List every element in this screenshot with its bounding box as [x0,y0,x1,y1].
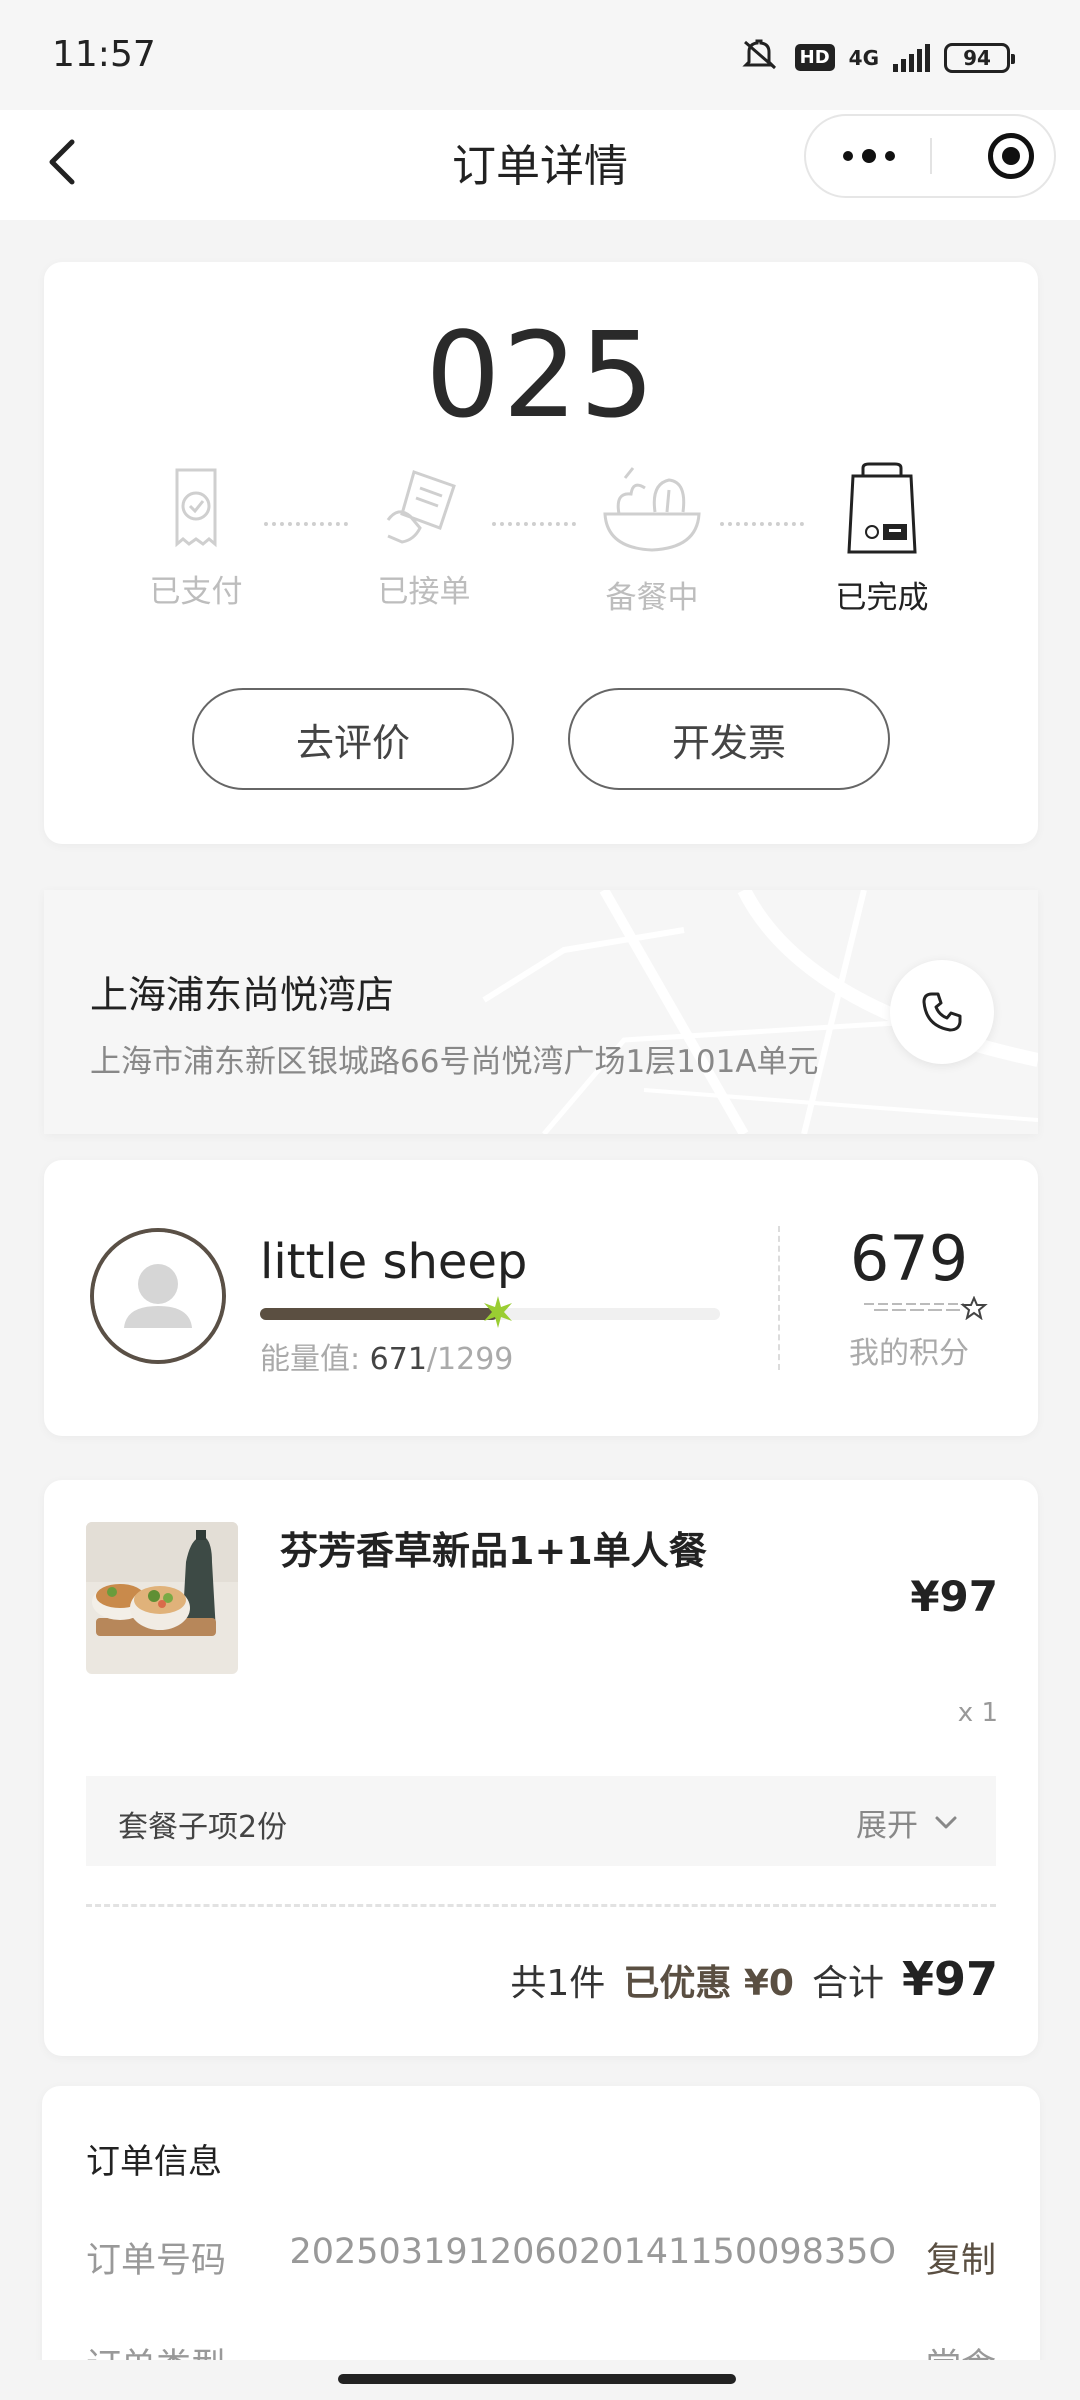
step-accepted: 已接单 [344,462,504,611]
order-status-card: 025 已支付 已接单 备餐中 已完成 去评价 开发票 [44,262,1038,844]
product-card: 芬芳香草新品1+1单人餐 ¥97 x 1 套餐子项2份 展开 共1件 已优惠 ¥… [44,1480,1038,2056]
store-name: 上海浦东尚悦湾店 [90,973,395,1017]
copy-button[interactable]: 复制 [926,2232,996,2283]
step-completed: 已完成 [802,462,962,617]
energy-progress-bar [260,1296,720,1328]
points-value[interactable]: 679 [814,1222,1004,1295]
order-progress-steps: 已支付 已接单 备餐中 已完成 [44,462,1038,616]
total-amount: ¥97 [901,1952,998,2006]
step-label: 备餐中 [605,580,699,616]
chevron-down-icon [935,1816,957,1828]
energy-total: /1299 [426,1342,514,1377]
invoice-button[interactable]: 开发票 [568,688,890,790]
points-label: 我的积分 [849,1336,969,1371]
home-indicator-area [0,2360,1080,2400]
discount-amount: 已优惠 ¥0 [623,1963,794,2004]
step-connector [492,522,576,526]
order-number-value: 20250319120602014115009835O [289,2232,896,2272]
sub-items-label: 套餐子项2份 [118,1810,288,1845]
product-name: 芬芳香草新品1+1单人餐 [280,1529,707,1573]
expand-button[interactable]: 展开 [856,1800,960,1845]
status-icons: HD 4G 94 [741,38,1015,77]
mini-program-capsule [804,114,1056,198]
receipt-check-icon [175,468,217,548]
capsule-divider [930,138,932,174]
order-number-label: 订单号码 [86,2241,227,2281]
default-avatar-icon [94,1232,222,1360]
review-button[interactable]: 去评价 [192,688,514,790]
store-card: 上海浦东尚悦湾店 上海市浦东新区银城路66号尚悦湾广场1层101A单元 [44,890,1038,1134]
points-star-icon [864,1296,988,1320]
status-time: 11:57 [52,34,156,75]
takeaway-bag-icon [847,462,917,554]
order-totals: 共1件 已优惠 ¥0 合计 ¥97 [510,1952,998,2006]
divider [86,1904,996,1907]
mute-icon [741,38,781,77]
network-label: 4G [848,45,879,70]
step-label: 已接单 [377,574,471,610]
energy-current: 671 [369,1342,427,1377]
battery-icon: 94 [944,42,1015,73]
order-info-title: 订单信息 [86,2142,222,2182]
member-card: little sheep 能量值: 671/1299 679 我的积分 [44,1160,1038,1436]
energy-value: 能量值: 671/1299 [260,1334,513,1378]
hand-receipt-icon [386,470,456,544]
salad-bowl-icon [603,467,701,552]
home-indicator[interactable] [338,2374,736,2384]
expand-label: 展开 [856,1808,918,1844]
status-bar: 11:57 HD 4G 94 [0,0,1080,110]
total-label: 合计 [811,1963,884,2004]
phone-icon [922,992,962,1032]
member-name: little sheep [260,1234,528,1290]
nav-bar: 订单详情 [0,110,1080,220]
product-price: ¥97 [910,1572,998,1621]
step-label: 已支付 [149,574,243,610]
item-count: 共1件 [510,1963,606,2004]
call-store-button[interactable] [890,960,994,1064]
order-pickup-number: 025 [425,306,657,444]
step-label: 已完成 [835,580,929,616]
combo-sub-items[interactable]: 套餐子项2份 展开 [86,1776,996,1866]
step-connector [264,522,348,526]
more-button[interactable] [806,116,931,196]
signal-icon [893,43,930,72]
step-preparing: 备餐中 [572,462,732,617]
step-connector [720,522,804,526]
close-mini-program-button[interactable] [988,133,1034,179]
product-image [86,1522,238,1674]
order-info-card: 订单信息 订单号码 20250319120602014115009835O 复制… [42,2086,1040,2400]
energy-label: 能量值: [260,1342,361,1377]
energy-progress-fill [260,1308,498,1320]
store-address: 上海市浦东新区银城路66号尚悦湾广场1层101A单元 [90,1044,819,1080]
sparkle-icon [483,1296,512,1328]
hd-icon: HD [794,44,835,71]
avatar[interactable] [90,1228,226,1364]
member-divider [778,1226,780,1370]
product-quantity: x 1 [957,1698,998,1728]
step-paid: 已支付 [116,462,276,611]
